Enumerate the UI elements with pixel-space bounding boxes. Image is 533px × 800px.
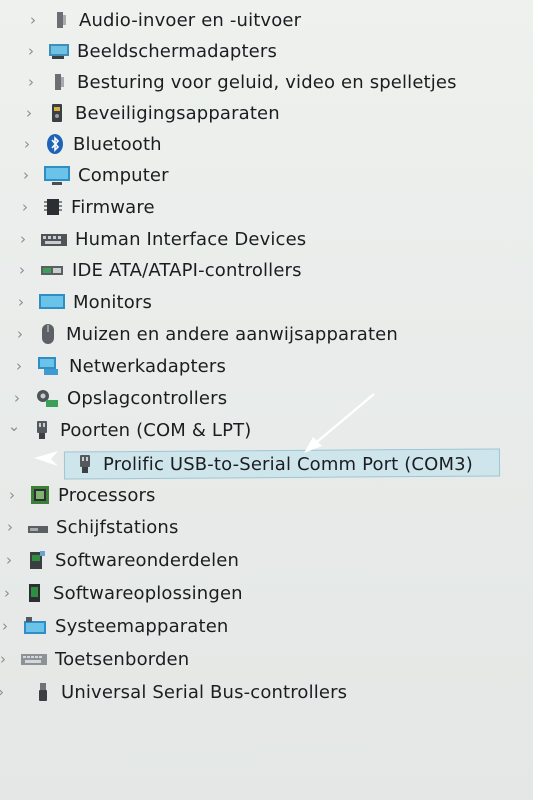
chevron-right-icon[interactable]: › (0, 683, 10, 701)
storage-icon (34, 387, 60, 409)
tree-item-label: Muizen en andere aanwijsapparaten (66, 323, 398, 345)
tree-item-network[interactable]: › Netwerkadapters (10, 352, 226, 380)
tree-item-monitors[interactable]: › Monitors (12, 288, 152, 316)
tree-item-mice[interactable]: › Muizen en andere aanwijsapparaten (11, 320, 398, 348)
tree-item-keyboards[interactable]: › Toetsenborden (0, 645, 189, 673)
tree-item-label: Poorten (COM & LPT) (60, 419, 252, 441)
chevron-right-icon[interactable]: › (0, 617, 14, 635)
device-tree: › Audio-invoer en -uitvoer › Beeldscherm… (0, 0, 533, 800)
tree-item-firmware[interactable]: › Firmware (16, 193, 155, 221)
tree-item-label: Schijfstations (56, 516, 179, 538)
tree-item-label: Firmware (71, 196, 155, 218)
chevron-right-icon[interactable]: › (20, 104, 38, 122)
tree-item-label: Systeemapparaten (55, 615, 229, 637)
tree-item-security-devices[interactable]: › Beveiligingsapparaten (20, 99, 280, 127)
chevron-right-icon[interactable]: › (14, 230, 32, 248)
security-key-icon (46, 102, 68, 124)
network-icon (36, 355, 62, 377)
software-component-icon (26, 549, 48, 571)
chevron-right-icon[interactable]: › (0, 650, 12, 668)
chevron-right-icon[interactable]: › (8, 389, 26, 407)
chevron-right-icon[interactable]: › (0, 551, 18, 569)
tree-item-computer[interactable]: › Computer (17, 161, 169, 189)
monitor-icon (38, 291, 66, 313)
tree-item-label: Beeldschermadapters (77, 40, 277, 62)
tree-item-label: Netwerkadapters (69, 355, 226, 377)
tree-item-sound-video-games[interactable]: › Besturing voor geluid, video en spelle… (22, 68, 457, 96)
bluetooth-icon (44, 133, 66, 155)
speaker-icon (50, 9, 72, 31)
tree-item-software-components[interactable]: › Softwareonderdelen (0, 546, 239, 574)
chevron-right-icon[interactable]: › (22, 42, 40, 60)
tree-item-display-adapters[interactable]: › Beeldschermadapters (22, 37, 277, 65)
chevron-right-icon[interactable]: › (22, 73, 40, 91)
tree-item-label: Softwareonderdelen (55, 549, 240, 571)
tree-item-processors[interactable]: › Processors (3, 481, 156, 509)
tree-item-label: Softwareoplossingen (53, 582, 243, 604)
tree-item-audio[interactable]: › Audio-invoer en -uitvoer (24, 6, 301, 34)
port-icon (31, 419, 53, 441)
tree-item-ports[interactable]: ⌄ Poorten (COM & LPT) (5, 416, 252, 444)
chevron-right-icon[interactable]: › (10, 357, 28, 375)
chevron-right-icon[interactable]: › (17, 166, 35, 184)
sound-icon (48, 71, 70, 93)
tree-item-label: Beveiligingsapparaten (75, 102, 280, 124)
tree-item-hid[interactable]: › Human Interface Devices (14, 225, 306, 253)
chevron-right-icon[interactable]: › (0, 584, 16, 602)
software-device-icon (24, 582, 46, 604)
tree-item-software-devices[interactable]: › Softwareoplossingen (0, 579, 243, 607)
serial-port-icon (74, 453, 96, 475)
usb-icon (32, 681, 54, 703)
tree-item-bluetooth[interactable]: › Bluetooth (18, 130, 162, 158)
tree-item-label: Bluetooth (73, 133, 162, 155)
tree-item-label: Universal Serial Bus-controllers (61, 681, 348, 703)
tree-item-label: Processors (58, 484, 156, 506)
tree-item-label: Computer (78, 164, 169, 186)
chevron-right-icon[interactable]: › (16, 198, 34, 216)
tree-item-label: Besturing voor geluid, video en spelletj… (77, 71, 457, 93)
disk-drive-icon (27, 516, 49, 538)
tree-item-label: Toetsenborden (55, 648, 190, 670)
mouse-icon (37, 323, 59, 345)
computer-icon (43, 164, 71, 186)
tree-item-label: Opslagcontrollers (67, 387, 228, 409)
chevron-right-icon[interactable]: › (18, 135, 36, 153)
tree-item-label: Monitors (73, 291, 153, 313)
tree-item-label: Human Interface Devices (75, 228, 307, 250)
tree-item-label: IDE ATA/ATAPI-controllers (72, 259, 302, 281)
keyboard-icon (20, 648, 48, 670)
tree-item-label: Audio-invoer en -uitvoer (79, 9, 302, 31)
tree-item-system-devices[interactable]: › Systeemapparaten (0, 612, 228, 640)
chevron-right-icon[interactable]: › (13, 261, 31, 279)
tree-item-disk-drives[interactable]: › Schijfstations (1, 513, 179, 541)
processor-icon (29, 484, 51, 506)
chevron-right-icon[interactable]: › (3, 486, 21, 504)
ide-controller-icon (39, 259, 65, 281)
tree-item-label: Prolific USB-to-Serial Comm Port (COM3) (103, 453, 473, 475)
display-adapter-icon (48, 40, 70, 62)
chevron-right-icon[interactable]: › (24, 11, 42, 29)
chevron-right-icon[interactable]: › (12, 293, 30, 311)
keyboard-hid-icon (40, 228, 68, 250)
tree-item-ide-ata[interactable]: › IDE ATA/ATAPI-controllers (13, 256, 302, 284)
chevron-right-icon[interactable]: › (11, 325, 29, 343)
tree-item-storage-controllers[interactable]: › Opslagcontrollers (8, 384, 227, 412)
chevron-down-icon[interactable]: ⌄ (5, 419, 23, 439)
tree-item-prolific-com3[interactable]: Prolific USB-to-Serial Comm Port (COM3) (48, 450, 473, 478)
chip-icon (42, 196, 64, 218)
tree-item-usb-controllers[interactable]: › Universal Serial Bus-controllers (0, 678, 347, 706)
system-device-icon (22, 615, 48, 637)
chevron-right-icon[interactable]: › (1, 518, 19, 536)
